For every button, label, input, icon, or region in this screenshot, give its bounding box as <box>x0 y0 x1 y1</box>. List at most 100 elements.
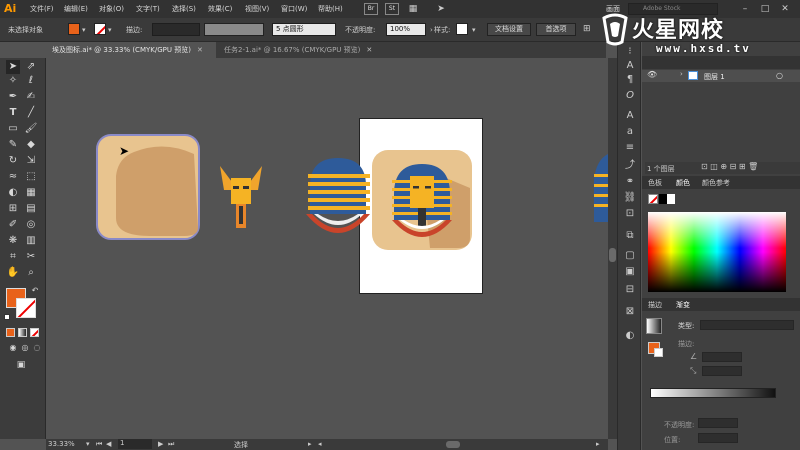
tab-swatches[interactable]: 色板 <box>648 178 662 188</box>
selection-tool-icon[interactable]: ➤ <box>6 60 20 74</box>
tab-document-task[interactable]: 任务2-1.ai* @ 16.67% (CMYK/GPU 预览) ✕ <box>218 42 388 58</box>
curvature-tool-icon[interactable]: ✍ <box>24 90 38 104</box>
layer-target-icon[interactable]: ○ <box>776 71 783 80</box>
expand-layer-icon[interactable]: › <box>680 70 683 78</box>
arrange-documents-icon[interactable]: ▦ <box>406 2 420 16</box>
default-colors-icon[interactable] <box>4 314 10 320</box>
free-transform-icon[interactable]: ⬚ <box>24 170 38 184</box>
mesh-tool-icon[interactable]: ⊞ <box>6 202 20 216</box>
gpu-performance-icon[interactable]: ➤ <box>434 2 448 16</box>
warp-tool-icon[interactable]: ≈ <box>6 170 20 184</box>
gradient-opacity-field[interactable] <box>698 418 738 428</box>
asset-export-icon[interactable]: ▣ <box>619 264 641 280</box>
pen-tool-icon[interactable]: ✒ <box>6 90 20 104</box>
swap-fill-stroke-icon[interactable]: ↶ <box>28 284 42 298</box>
visibility-eye-icon[interactable]: 👁 <box>647 70 657 79</box>
brush-definition[interactable]: 5 点圆形 <box>272 23 336 36</box>
stroke-weight-input[interactable] <box>152 23 200 36</box>
vertical-scrollbar[interactable] <box>608 58 617 439</box>
stock-button[interactable]: St <box>385 3 399 15</box>
perspective-grid-icon[interactable]: ▦ <box>24 186 38 200</box>
pharaoh-headdress-icon[interactable] <box>304 156 374 240</box>
vertical-scroll-thumb[interactable] <box>609 248 616 262</box>
menu-effect[interactable]: 效果(C) <box>208 4 232 14</box>
close-tab-icon[interactable]: ✕ <box>197 46 203 54</box>
tab-color-guide[interactable]: 颜色参考 <box>702 178 730 188</box>
menu-type[interactable]: 文字(T) <box>136 4 160 14</box>
type-tool-icon[interactable]: T <box>6 106 20 120</box>
zoom-level[interactable]: 33.33% <box>48 440 75 448</box>
draw-inside-icon[interactable]: ◌ <box>30 341 44 355</box>
menu-help[interactable]: 帮助(H) <box>318 4 343 14</box>
char-styles-icon[interactable]: A <box>619 108 641 124</box>
style-swatch[interactable] <box>456 23 468 35</box>
fill-dropdown-icon[interactable]: ▾ <box>82 26 86 34</box>
stroke-color-swatch[interactable] <box>16 298 36 318</box>
color-mode-icon[interactable] <box>6 328 15 337</box>
preferences-button[interactable]: 首选项 <box>536 23 576 36</box>
zoom-dropdown-icon[interactable]: ▾ <box>86 440 90 448</box>
style-dropdown-icon[interactable]: ▾ <box>472 26 476 34</box>
align-icon[interactable]: ≡ <box>619 140 641 156</box>
gradient-mode-icon[interactable] <box>18 328 27 337</box>
tab-color[interactable]: 颜色 <box>676 178 690 188</box>
menu-view[interactable]: 视图(V) <box>245 4 269 14</box>
slice-tool-icon[interactable]: ✂ <box>24 250 38 264</box>
eyedropper-icon[interactable]: ✐ <box>6 218 20 232</box>
symbols-icon[interactable]: ▢ <box>619 248 641 264</box>
graphic-styles-icon[interactable]: ⊠ <box>619 304 641 320</box>
gradient-tool-icon[interactable]: ▤ <box>24 202 38 216</box>
partial-pharaoh-icon[interactable] <box>592 150 608 230</box>
first-artboard-icon[interactable]: ⏮ <box>96 440 102 449</box>
layer-name[interactable]: 图层 1 <box>704 72 725 82</box>
scale-tool-icon[interactable]: ⇲ <box>24 154 38 168</box>
opentype-icon[interactable]: O <box>619 88 641 104</box>
brushes-icon[interactable]: ⚭ <box>619 174 641 190</box>
rotate-tool-icon[interactable]: ↻ <box>6 154 20 168</box>
close-tab-icon[interactable]: ✕ <box>366 46 372 54</box>
gradient-slider[interactable] <box>650 388 776 398</box>
gradient-position-field[interactable] <box>698 433 738 443</box>
stroke-swatch[interactable] <box>94 23 106 35</box>
transform-icon[interactable]: ⊡ <box>619 206 641 222</box>
rectangle-tool-icon[interactable]: ▭ <box>6 122 20 136</box>
tab-document-egypt[interactable]: 埃及图标.ai* @ 33.33% (CMYK/GPU 预览) ✕ <box>46 42 216 58</box>
menu-object[interactable]: 对象(O) <box>99 4 124 14</box>
artboard-number[interactable]: 1 <box>118 439 152 449</box>
pharaoh-mask-icon[interactable] <box>218 164 264 230</box>
column-graph-icon[interactable]: ▥ <box>24 234 38 248</box>
menu-edit[interactable]: 编辑(E) <box>64 4 88 14</box>
screen-mode-icon[interactable]: ▣ <box>14 358 28 372</box>
magic-wand-icon[interactable]: ✧ <box>6 74 20 88</box>
fill-swatch[interactable] <box>68 23 80 35</box>
variable-width-profile[interactable] <box>204 23 264 36</box>
opacity-dropdown-icon[interactable]: › <box>430 26 433 34</box>
canvas-area[interactable]: ➤ <box>46 58 608 439</box>
hand-tool-icon[interactable]: ✋ <box>6 266 20 280</box>
color-white-swatch[interactable] <box>667 194 675 204</box>
document-setup-button[interactable]: 文档设置 <box>487 23 531 36</box>
glyphs-icon[interactable]: a <box>619 124 641 140</box>
zoom-tool-icon[interactable]: ⌕ <box>24 266 38 280</box>
previous-artboard-icon[interactable]: ◀ <box>106 440 111 448</box>
tab-stroke[interactable]: 描边 <box>648 300 662 310</box>
status-menu-icon[interactable]: ▸ <box>308 440 312 448</box>
artboards-icon[interactable]: ⧉ <box>619 228 641 244</box>
shape-builder-icon[interactable]: ◐ <box>6 186 20 200</box>
artboard-tool-icon[interactable]: ⌗ <box>6 250 20 264</box>
export-icon[interactable]: ⤴ <box>619 158 641 174</box>
line-tool-icon[interactable]: ╱ <box>24 106 38 120</box>
blend-tool-icon[interactable]: ◎ <box>24 218 38 232</box>
stroke-dropdown-icon[interactable]: ▾ <box>108 26 112 34</box>
menu-file[interactable]: 文件(F) <box>30 4 54 14</box>
gradient-type-select[interactable] <box>700 320 794 330</box>
next-artboard-icon[interactable]: ▶ <box>158 440 163 448</box>
transparency-icon[interactable]: ◐ <box>619 328 641 344</box>
angle-field[interactable] <box>702 352 742 362</box>
direct-selection-tool-icon[interactable]: ⇗ <box>24 60 38 74</box>
footer-tool-icons[interactable]: ⊡ ◫ ⊕ ⊟ ⊞ 🗑 <box>701 162 758 171</box>
lasso-icon[interactable]: ℓ <box>24 74 38 88</box>
bridge-button[interactable]: Br <box>364 3 378 15</box>
color-none-swatch[interactable] <box>648 194 658 204</box>
appearance-icon[interactable]: ⊟ <box>619 282 641 298</box>
